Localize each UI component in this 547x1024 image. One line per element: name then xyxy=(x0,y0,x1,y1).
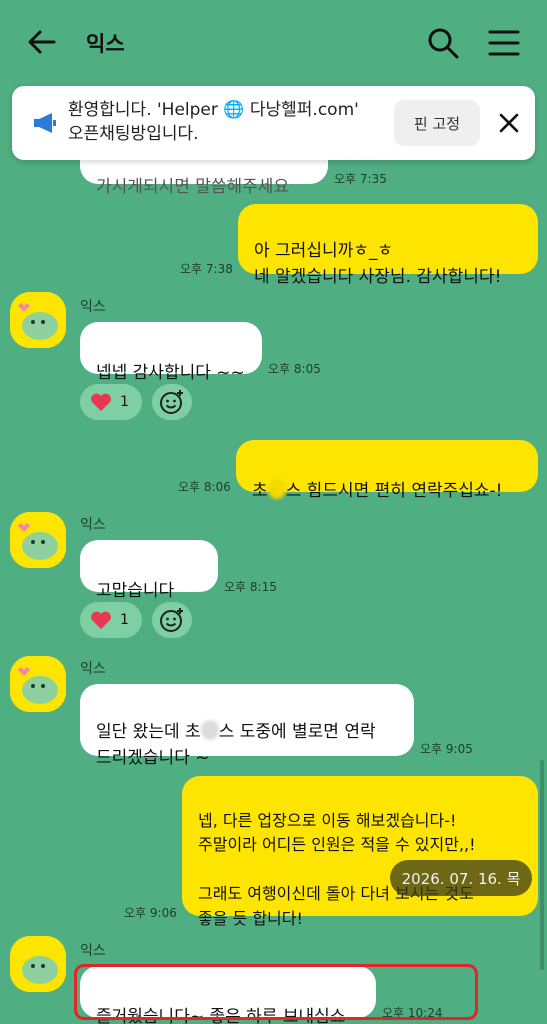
message-text: 넵넵 감사합니다 ~~ xyxy=(96,363,245,383)
message-text-end: 스 힘드시면 편히 연락주십쇼-! xyxy=(285,481,503,501)
highlight-annotation xyxy=(74,964,478,1020)
reaction-heart[interactable]: 1 xyxy=(80,602,142,638)
avatar[interactable] xyxy=(10,936,66,992)
reaction-count: 1 xyxy=(120,612,129,628)
message-text: 아 그러십니까ㅎ_ㅎ 네 알겠습니다 사장님. 감사합니다! xyxy=(254,241,502,287)
search-icon[interactable] xyxy=(426,26,460,60)
message-text-start: 초 xyxy=(252,481,268,501)
message-time: 오후 9:06 xyxy=(124,906,177,920)
heart-icon xyxy=(91,393,111,411)
redacted-mark xyxy=(267,479,286,499)
megaphone-icon xyxy=(34,113,56,133)
add-reaction-button[interactable] xyxy=(152,384,192,420)
message-bubble[interactable]: 넵넵 감사합니다 ~~ xyxy=(80,322,262,383)
scrollbar[interactable] xyxy=(540,760,544,970)
avatar-character-icon xyxy=(10,292,66,348)
message-bubble[interactable]: 아 그러십니까ㅎ_ㅎ 네 알겠습니다 사장님. 감사합니다! xyxy=(238,204,538,287)
message-time: 오후 8:15 xyxy=(224,580,277,594)
add-emoji-icon xyxy=(160,608,183,632)
message-time: 오후 9:05 xyxy=(420,742,473,756)
back-arrow-icon[interactable] xyxy=(26,26,58,58)
notice-line-1: 환영합니다. 'Helper 🌐 다낭헬퍼.com' xyxy=(68,100,359,120)
sender-name: 익스 xyxy=(80,517,106,533)
avatar-character-icon xyxy=(10,512,66,568)
reaction-heart[interactable]: 1 xyxy=(80,384,142,420)
chat-title: 익스 xyxy=(86,32,125,56)
notice-line-2: 오픈채팅방입니다. xyxy=(68,124,199,144)
notice-banner[interactable]: 환영합니다. 'Helper 🌐 다낭헬퍼.com' 오픈채팅방입니다. 핀 고… xyxy=(12,86,535,160)
add-emoji-icon xyxy=(160,390,183,414)
add-reaction-button[interactable] xyxy=(152,602,192,638)
avatar[interactable] xyxy=(10,292,66,348)
heart-icon xyxy=(91,611,111,629)
notice-text: 환영합니다. 'Helper 🌐 다낭헬퍼.com' 오픈채팅방입니다. xyxy=(68,98,388,146)
pin-button[interactable]: 핀 고정 xyxy=(394,100,480,146)
sender-name: 익스 xyxy=(80,299,106,315)
avatar[interactable] xyxy=(10,656,66,712)
redacted-mark xyxy=(200,720,219,740)
message-bubble[interactable]: 일단 왔는데 초스 도중에 별로면 연락 드리겠습니다 ~ xyxy=(80,684,414,768)
avatar-character-icon xyxy=(10,656,66,712)
date-overlay: 2026. 07. 16. 목 xyxy=(390,860,532,896)
menu-icon[interactable] xyxy=(488,28,520,58)
chat-header: 익스 xyxy=(0,0,547,86)
reaction-count: 1 xyxy=(120,394,129,410)
message-bubble[interactable]: 초 스 힘드시면 편히 연락주십쇼-! xyxy=(236,440,538,501)
sender-name: 익스 xyxy=(80,943,106,959)
message-time: 오후 7:38 xyxy=(180,262,233,276)
message-time: 오후 8:06 xyxy=(178,480,231,494)
avatar-character-icon xyxy=(10,936,66,992)
message-time: 오후 7:35 xyxy=(334,172,387,186)
message-text-start: 일단 왔는데 초 xyxy=(96,722,201,742)
message-bubble[interactable]: 고맙습니다~~ xyxy=(80,540,218,627)
sender-name: 익스 xyxy=(80,661,106,677)
close-icon[interactable] xyxy=(496,110,522,136)
avatar[interactable] xyxy=(10,512,66,568)
message-text: 가시게되시면 말씀해주세요 xyxy=(96,177,290,197)
message-time: 오후 8:05 xyxy=(268,362,321,376)
